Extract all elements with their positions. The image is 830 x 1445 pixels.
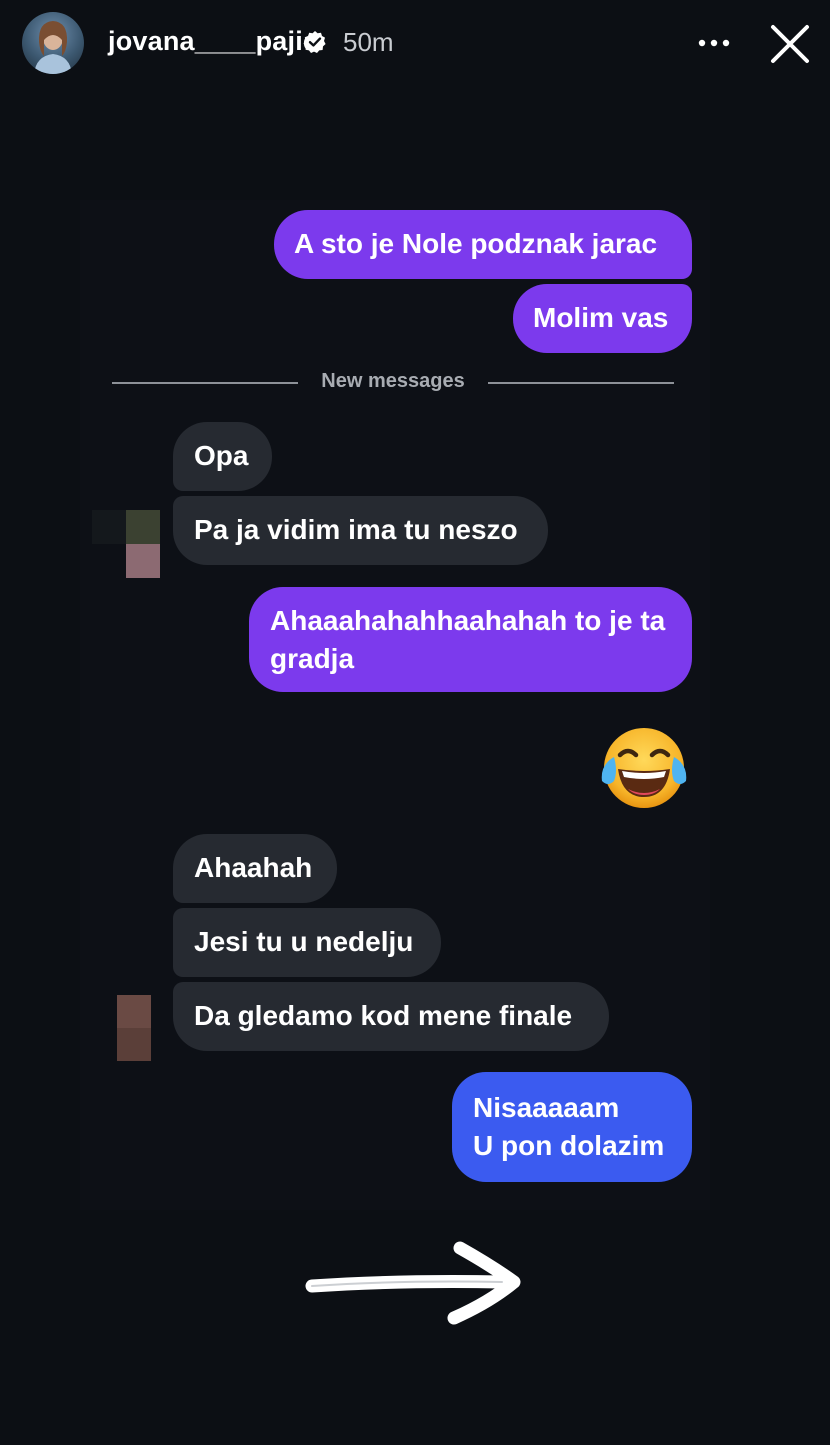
message-bubble-incoming: Opa	[173, 422, 272, 491]
message-text-line: Nisaaaaam	[473, 1092, 620, 1123]
divider-line	[488, 382, 674, 384]
message-text-line: Ahaaahahahhaahahah to je ta	[270, 605, 666, 636]
message-text: A sto je Nole podznak jarac	[294, 228, 658, 259]
more-options-button[interactable]	[690, 22, 738, 64]
username[interactable]: jovana____pajic	[108, 26, 318, 57]
close-icon	[771, 25, 809, 63]
blurred-sender-avatar	[92, 510, 160, 578]
message-text: Da gledamo kod mene finale	[194, 1000, 573, 1031]
message-text-line: U pon dolazim	[473, 1130, 665, 1161]
face-with-tears-of-joy-emoji	[598, 725, 690, 811]
message-bubble-incoming: Ahaahah	[173, 834, 337, 903]
message-text: Opa	[194, 440, 249, 471]
story-viewer: jovana____pajic 50m A sto je Nole podzna…	[0, 0, 830, 1445]
message-text: Ahaahah	[194, 852, 313, 883]
message-text: Molim vas	[533, 302, 669, 333]
message-bubble-incoming: Jesi tu u nedelju	[173, 908, 441, 977]
message-bubble-outgoing: A sto je Nole podznak jarac	[274, 210, 692, 279]
message-bubble-incoming: Da gledamo kod mene finale	[173, 982, 609, 1051]
new-messages-divider: New messages	[112, 370, 674, 396]
message-bubble-outgoing: Ahaaahahahhaahahah to je ta gradja	[249, 587, 692, 692]
story-header: jovana____pajic 50m	[0, 0, 830, 90]
verified-badge-icon	[303, 30, 327, 54]
message-text: Jesi tu u nedelju	[194, 926, 414, 957]
hand-drawn-arrow-icon	[302, 1240, 528, 1326]
profile-avatar[interactable]	[22, 12, 84, 74]
message-bubble-outgoing: Nisaaaaam U pon dolazim	[452, 1072, 692, 1182]
more-dots-icon	[698, 39, 730, 47]
message-text-line: gradja	[270, 643, 355, 674]
message-bubble-incoming: Pa ja vidim ima tu neszo	[173, 496, 548, 565]
close-button[interactable]	[764, 18, 816, 70]
message-bubble-outgoing: Molim vas	[513, 284, 692, 353]
post-time: 50m	[343, 27, 394, 57]
message-text: Pa ja vidim ima tu neszo	[194, 514, 518, 545]
blurred-sender-avatar	[117, 995, 151, 1061]
